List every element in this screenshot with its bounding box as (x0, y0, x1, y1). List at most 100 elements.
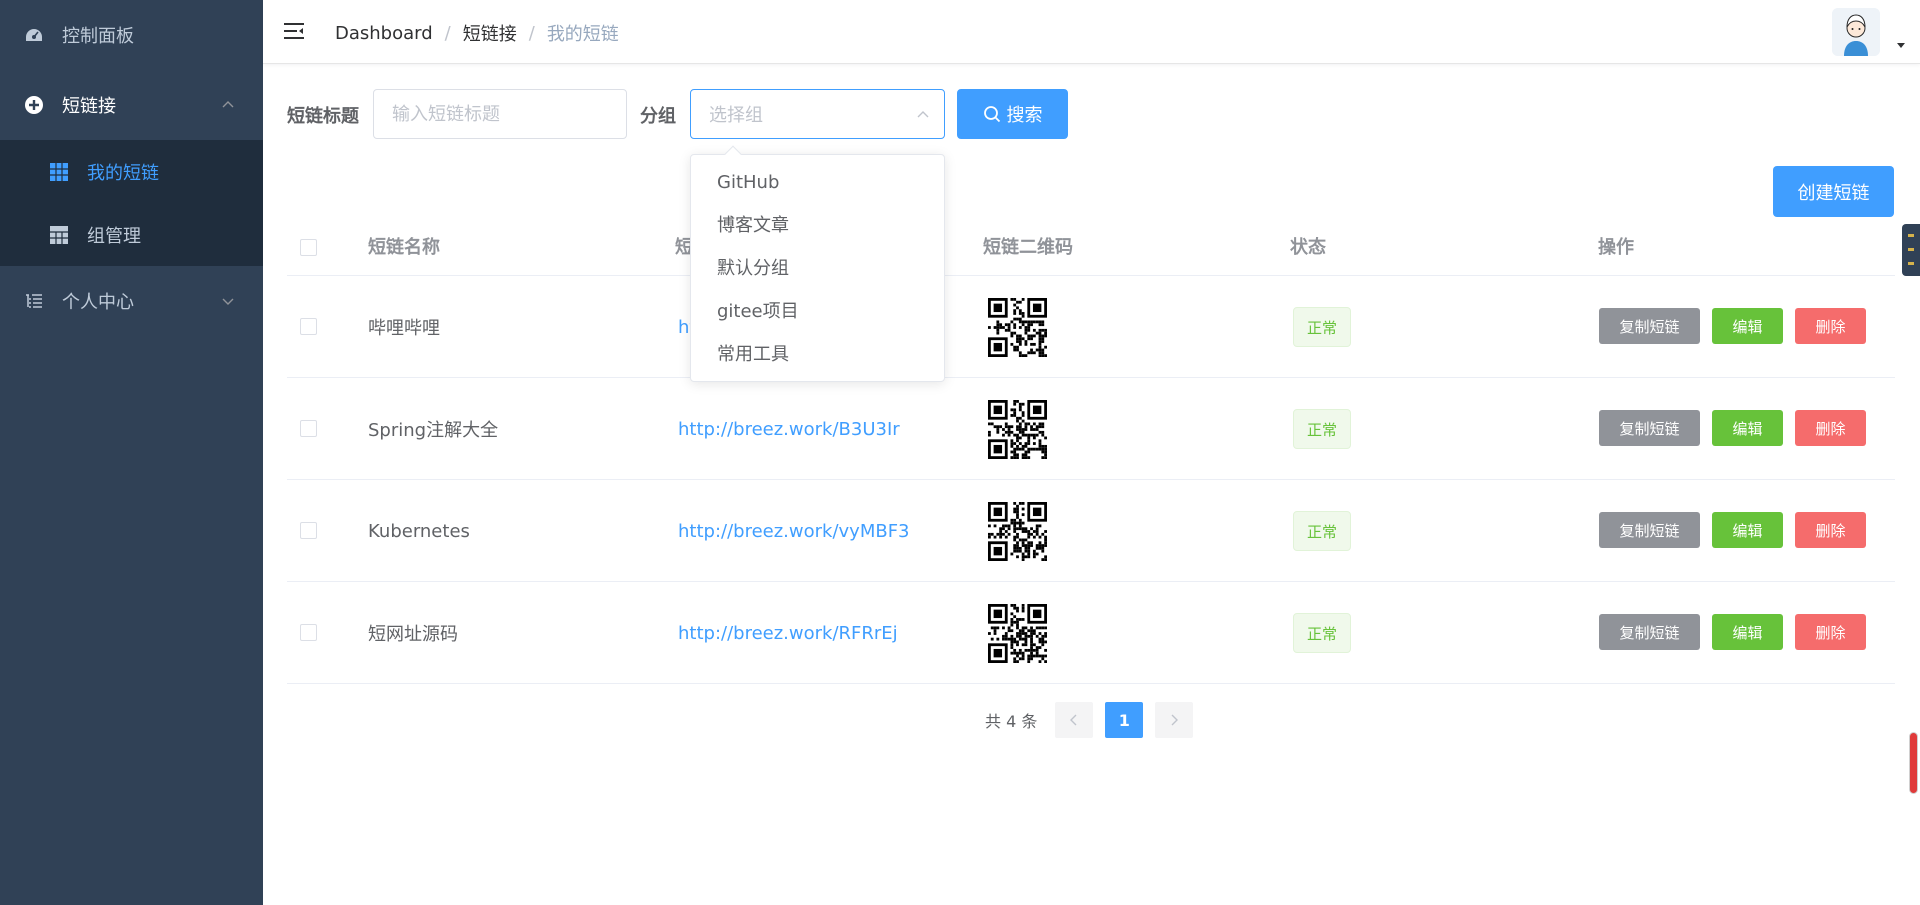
user-avatar-icon (1832, 8, 1880, 56)
next-page-button[interactable] (1155, 702, 1194, 738)
copy-link-button[interactable]: 复制短链 (1599, 512, 1700, 548)
row-checkbox[interactable] (300, 420, 317, 437)
row-checkbox[interactable] (300, 318, 317, 335)
edit-button[interactable]: 编辑 (1712, 308, 1783, 344)
pagination: 共 4 条 1 (985, 702, 1205, 738)
links-table: 短链名称 短链 短链二维码 状态 操作 哔哩哔哩 ht 正常 复制短链 编辑 删… (287, 220, 1895, 684)
copy-link-button[interactable]: 复制短链 (1599, 410, 1700, 446)
dropdown-option[interactable]: gitee项目 (691, 290, 944, 333)
search-icon (983, 106, 1000, 123)
group-select-placeholder: 选择组 (709, 105, 763, 126)
short-link-url[interactable]: http://breez.work/RFRrEj (678, 582, 898, 684)
dropdown-option[interactable]: 默认分组 (691, 247, 944, 290)
dropdown-option[interactable]: 博客文章 (691, 204, 944, 247)
sidebar-item-dashboard[interactable]: 控制面板 (0, 0, 263, 70)
search-button[interactable]: 搜索 (957, 89, 1068, 139)
select-all-checkbox[interactable] (300, 239, 317, 256)
navbar: Dashboard / 短链接 / 我的短链 (263, 0, 1920, 64)
table-row: Spring注解大全 http://breez.work/B3U3Ir 正常 复… (287, 378, 1895, 480)
prev-page-button[interactable] (1055, 702, 1094, 738)
group-select[interactable]: 选择组 (690, 89, 945, 139)
table-header: 短链名称 短链 短链二维码 状态 操作 (287, 220, 1895, 276)
breadcrumb-item-current: 我的短链 (546, 24, 619, 45)
edit-button[interactable]: 编辑 (1712, 512, 1783, 548)
sidebar-item-label: 个人中心 (62, 292, 134, 313)
edit-button[interactable]: 编辑 (1712, 614, 1783, 650)
title-label: 短链标题 (287, 106, 359, 127)
link-name: 短网址源码 (368, 624, 458, 645)
status-cell: 正常 (1293, 276, 1351, 378)
status-cell: 正常 (1293, 480, 1351, 582)
header-name: 短链名称 (368, 237, 440, 258)
page-number[interactable]: 1 (1105, 702, 1144, 738)
table-row: Kubernetes http://breez.work/vyMBF3 正常 复… (287, 480, 1895, 582)
delete-button[interactable]: 删除 (1795, 308, 1866, 344)
sidebar-item-label: 我的短链 (87, 162, 159, 184)
delete-button[interactable]: 删除 (1795, 410, 1866, 446)
dropdown-option[interactable]: GitHub (691, 161, 944, 204)
status-cell: 正常 (1293, 582, 1351, 684)
sidebar-item-label: 短链接 (62, 96, 116, 117)
short-link-url[interactable]: http://breez.work/B3U3Ir (678, 378, 900, 480)
qrcode-image (988, 501, 1047, 561)
avatar[interactable] (1832, 8, 1880, 56)
pagination-total: 共 4 条 (985, 712, 1038, 731)
header-status: 状态 (1290, 237, 1326, 258)
delete-button[interactable]: 删除 (1795, 512, 1866, 548)
create-link-button[interactable]: 创建短链 (1773, 166, 1894, 217)
dropdown-option[interactable]: 常用工具 (691, 333, 944, 376)
settings-handle[interactable] (1902, 224, 1920, 276)
header-actions: 操作 (1598, 237, 1634, 258)
link-name: Spring注解大全 (368, 420, 499, 441)
status-badge: 正常 (1293, 307, 1351, 347)
hamburger-icon[interactable] (283, 20, 305, 42)
status-badge: 正常 (1293, 511, 1351, 551)
submenu-shortlink: 我的短链 组管理 (0, 140, 263, 266)
delete-button[interactable]: 删除 (1795, 614, 1866, 650)
row-checkbox[interactable] (300, 522, 317, 539)
table-icon (50, 162, 68, 181)
list-tree-icon (24, 291, 44, 311)
sidebar: 控制面板 短链接 我的短链 组管理 个人中心 (0, 0, 263, 905)
breadcrumb: Dashboard / 短链接 / 我的短链 (335, 20, 619, 46)
row-checkbox[interactable] (300, 624, 317, 641)
qrcode[interactable] (988, 276, 1047, 378)
sidebar-item-shortlink[interactable]: 短链接 (0, 70, 263, 140)
qrcode-image (988, 297, 1047, 357)
qrcode[interactable] (988, 582, 1047, 684)
sidebar-item-label: 控制面板 (62, 26, 134, 47)
copy-link-button[interactable]: 复制短链 (1599, 308, 1700, 344)
link-name: 哔哩哔哩 (368, 318, 440, 339)
title-search-input[interactable] (373, 89, 627, 139)
dashboard-icon (24, 25, 44, 45)
short-link-url[interactable]: http://breez.work/vyMBF3 (678, 480, 910, 582)
sidebar-item-my-links[interactable]: 我的短链 (0, 140, 263, 203)
copy-link-button[interactable]: 复制短链 (1599, 614, 1700, 650)
search-button-label: 搜索 (1006, 105, 1043, 126)
chevron-down-icon (222, 298, 234, 305)
status-badge: 正常 (1293, 409, 1351, 449)
group-dropdown: GitHub 博客文章 默认分组 gitee项目 常用工具 (690, 145, 945, 382)
breadcrumb-item[interactable]: Dashboard (335, 23, 433, 44)
app-root: 控制面板 短链接 我的短链 组管理 个人中心 Dashboard / 短链接 /… (0, 0, 1920, 905)
chevron-up-icon (222, 101, 234, 108)
chevron-right-icon (1171, 714, 1179, 726)
chevron-left-icon (1070, 714, 1077, 726)
qrcode-image (988, 603, 1047, 663)
breadcrumb-item[interactable]: 短链接 (463, 20, 517, 46)
qrcode[interactable] (988, 480, 1047, 582)
status-badge: 正常 (1293, 613, 1351, 653)
header-qrcode: 短链二维码 (983, 237, 1073, 258)
qrcode[interactable] (988, 378, 1047, 480)
table-row: 短网址源码 http://breez.work/RFRrEj 正常 复制短链 编… (287, 582, 1895, 684)
link-circle-icon (24, 95, 44, 115)
sidebar-item-label: 组管理 (87, 225, 141, 247)
sidebar-item-personal[interactable]: 个人中心 (0, 266, 263, 336)
edit-button[interactable]: 编辑 (1712, 410, 1783, 446)
caret-down-icon[interactable] (1896, 40, 1906, 50)
table-icon (50, 225, 68, 244)
status-cell: 正常 (1293, 378, 1351, 480)
scrollbar-thumb[interactable] (1909, 732, 1918, 794)
sidebar-item-group-manage[interactable]: 组管理 (0, 203, 263, 266)
qrcode-image (988, 399, 1047, 459)
